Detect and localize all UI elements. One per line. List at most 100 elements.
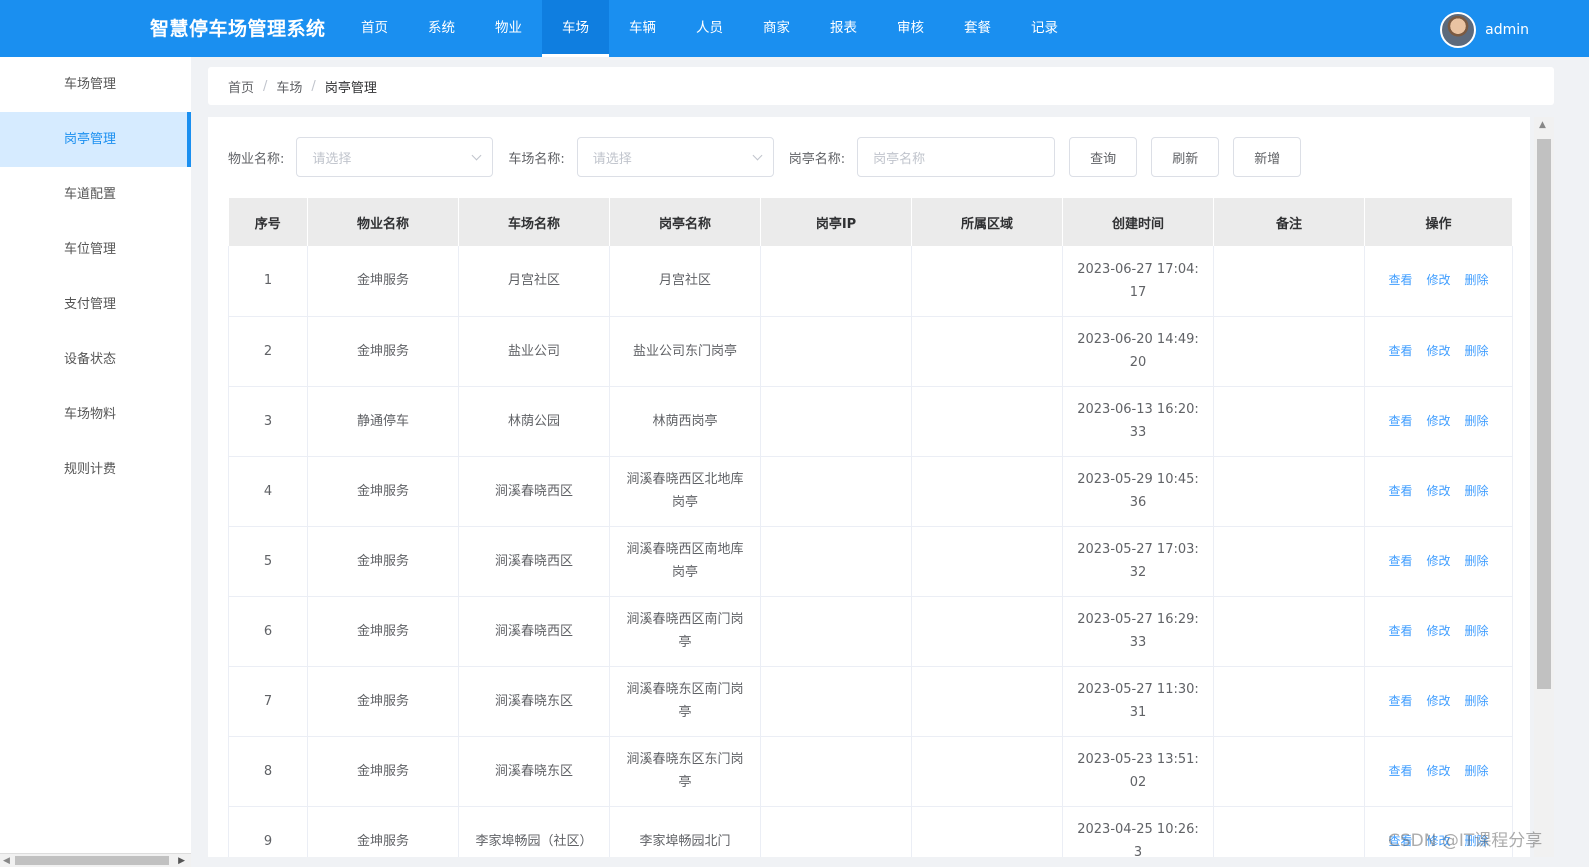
column-header: 创建时间: [1062, 198, 1214, 246]
sidebar-item-7[interactable]: 规则计费: [0, 442, 191, 497]
nav-item-1[interactable]: 系统: [408, 0, 475, 57]
parking-lot-select[interactable]: 请选择: [576, 137, 774, 177]
scrollbar-thumb[interactable]: [15, 856, 169, 865]
table-cell: [760, 316, 912, 387]
table-cell: [1213, 736, 1365, 807]
breadcrumb-home[interactable]: 首页: [228, 77, 254, 96]
table-body: 1 金坤服务 月宫社区 月宫社区 2023-06-27 17:04:17 查看 修改 删除 2 金…: [228, 246, 1513, 857]
delete-button[interactable]: 删除: [1465, 484, 1489, 498]
table-cell: [911, 526, 1063, 597]
view-button[interactable]: 查看: [1388, 414, 1412, 428]
table-cell: 涧溪春晓西区南门岗亭: [609, 596, 761, 667]
top-navbar: 智慧停车场管理系统 首页 系统 物业 车场 车辆 人员 商家 报表 审核 套餐 记录 admin: [0, 0, 1589, 57]
query-button[interactable]: 查询: [1069, 137, 1138, 177]
table-cell: [1213, 456, 1365, 527]
view-button[interactable]: 查看: [1388, 273, 1412, 287]
vertical-scrollbar[interactable]: ▲: [1534, 117, 1554, 857]
nav-item-8[interactable]: 审核: [877, 0, 944, 57]
row-actions: 查看 修改 删除: [1364, 736, 1513, 807]
booth-name-input[interactable]: 岗亭名称: [857, 137, 1056, 177]
table-cell: [1213, 666, 1365, 737]
delete-button[interactable]: 删除: [1465, 764, 1489, 778]
nav-item-6[interactable]: 商家: [743, 0, 810, 57]
view-button[interactable]: 查看: [1388, 694, 1412, 708]
table-cell: 4: [228, 456, 308, 527]
table-cell: 盐业公司东门岗亭: [609, 316, 761, 387]
breadcrumb: 首页 / 车场 / 岗亭管理: [208, 67, 1554, 105]
edit-button[interactable]: 修改: [1426, 764, 1450, 778]
delete-button[interactable]: 删除: [1465, 414, 1489, 428]
view-button[interactable]: 查看: [1388, 344, 1412, 358]
table-cell: [911, 596, 1063, 667]
table-cell: 林荫公园: [458, 386, 610, 457]
table-cell: [911, 456, 1063, 527]
table-cell: [911, 736, 1063, 807]
nav-item-9[interactable]: 套餐: [944, 0, 1011, 57]
view-button[interactable]: 查看: [1388, 554, 1412, 568]
nav-item-0[interactable]: 首页: [341, 0, 408, 57]
scroll-up-icon[interactable]: ▲: [1539, 120, 1546, 130]
nav-item-5[interactable]: 人员: [676, 0, 743, 57]
view-button[interactable]: 查看: [1388, 624, 1412, 638]
nav-item-10[interactable]: 记录: [1011, 0, 1078, 57]
view-button[interactable]: 查看: [1388, 764, 1412, 778]
sidebar-item-0[interactable]: 车场管理: [0, 57, 191, 112]
edit-button[interactable]: 修改: [1426, 484, 1450, 498]
table-cell: [760, 246, 912, 317]
sidebar-item-3[interactable]: 车位管理: [0, 222, 191, 277]
breadcrumb-parking[interactable]: 车场: [276, 77, 302, 96]
table-cell: 金坤服务: [307, 806, 459, 857]
nav-item-7[interactable]: 报表: [810, 0, 877, 57]
avatar[interactable]: [1440, 12, 1477, 48]
table-cell: 涧溪春晓东区: [458, 736, 610, 807]
table-cell: 金坤服务: [307, 736, 459, 807]
user-menu[interactable]: admin: [1440, 12, 1529, 48]
table-cell: 金坤服务: [307, 526, 459, 597]
table-cell: 涧溪春晓西区北地库岗亭: [609, 456, 761, 527]
table-cell: [1213, 806, 1365, 857]
booth-name-label: 岗亭名称:: [788, 151, 846, 167]
edit-button[interactable]: 修改: [1426, 554, 1450, 568]
table-cell: 2023-06-27 17:04:17: [1062, 246, 1214, 317]
sidebar-item-1[interactable]: 岗亭管理: [0, 112, 191, 167]
edit-button[interactable]: 修改: [1426, 344, 1450, 358]
sidebar-menu: 车场管理 岗亭管理 车道配置 车位管理 支付管理 设备状态 车场物料 规则计费: [0, 57, 191, 497]
delete-button[interactable]: 删除: [1465, 624, 1489, 638]
username[interactable]: admin: [1485, 22, 1529, 38]
table-cell: 涧溪春晓西区: [458, 456, 610, 527]
delete-button[interactable]: 删除: [1465, 694, 1489, 708]
row-actions: 查看 修改 删除: [1364, 666, 1513, 737]
edit-button[interactable]: 修改: [1426, 414, 1450, 428]
table-cell: [760, 666, 912, 737]
row-actions: 查看 修改 删除: [1364, 596, 1513, 667]
nav-item-3[interactable]: 车场: [542, 0, 609, 57]
table-cell: 金坤服务: [307, 456, 459, 527]
scroll-right-icon[interactable]: ▶: [178, 856, 185, 866]
sidebar-horizontal-scrollbar[interactable]: ◀ ▶: [0, 853, 191, 867]
delete-button[interactable]: 删除: [1465, 273, 1489, 287]
delete-button[interactable]: 删除: [1465, 344, 1489, 358]
scroll-left-icon[interactable]: ◀: [3, 856, 10, 866]
delete-button[interactable]: 删除: [1465, 554, 1489, 568]
edit-button[interactable]: 修改: [1426, 273, 1450, 287]
edit-button[interactable]: 修改: [1426, 624, 1450, 638]
app-title: 智慧停车场管理系统: [150, 18, 326, 40]
table-cell: [760, 596, 912, 667]
scrollbar-thumb[interactable]: [1537, 139, 1551, 689]
table-row: 2 金坤服务 盐业公司 盐业公司东门岗亭 2023-06-20 14:49:20 查看 修改…: [228, 316, 1513, 387]
table-cell: 5: [228, 526, 308, 597]
edit-button[interactable]: 修改: [1426, 694, 1450, 708]
sidebar-item-6[interactable]: 车场物料: [0, 387, 191, 442]
view-button[interactable]: 查看: [1388, 484, 1412, 498]
column-header: 岗亭IP: [760, 198, 912, 246]
table-cell: [911, 806, 1063, 857]
sidebar-item-2[interactable]: 车道配置: [0, 167, 191, 222]
property-select[interactable]: 请选择: [296, 137, 494, 177]
sidebar-item-4[interactable]: 支付管理: [0, 277, 191, 332]
table-cell: 李家埠畅园北门: [609, 806, 761, 857]
sidebar-item-5[interactable]: 设备状态: [0, 332, 191, 387]
refresh-button[interactable]: 刷新: [1151, 137, 1220, 177]
nav-item-4[interactable]: 车辆: [609, 0, 676, 57]
add-button[interactable]: 新增: [1233, 137, 1302, 177]
nav-item-2[interactable]: 物业: [475, 0, 542, 57]
